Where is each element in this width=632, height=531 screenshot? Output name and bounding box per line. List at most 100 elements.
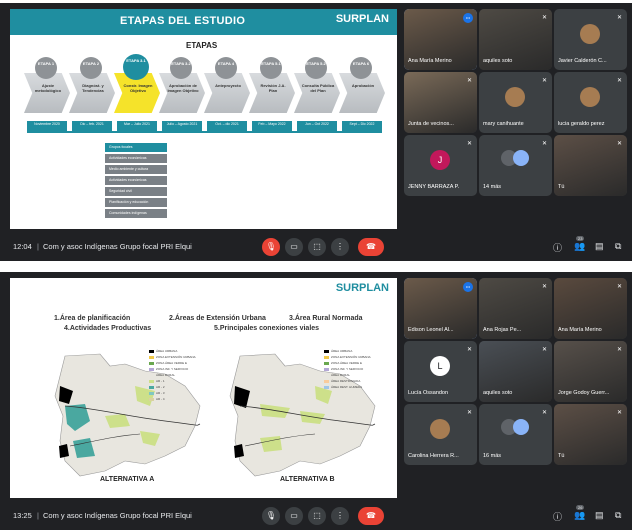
stage-number: ETAPA 3.1 — [123, 54, 149, 80]
info-icon[interactable]: ⓘ — [553, 241, 562, 254]
stage-number: ETAPA 3.2 — [170, 57, 192, 79]
mic-off-icon: ✕ — [541, 141, 547, 147]
info-icon[interactable]: ⓘ — [553, 510, 562, 523]
participant-name: 14 más — [483, 184, 502, 190]
participant-avatar: J — [430, 150, 450, 170]
mic-off-icon: 🎙 — [265, 242, 277, 251]
stage-name: Constr. Imagen Objetivo — [123, 83, 153, 93]
participant-tile[interactable]: L Lucía Ossandon ✕ — [404, 341, 477, 402]
slide-header: ETAPAS DEL ESTUDIO SURPLAN — [10, 9, 397, 35]
participant-tile[interactable]: mary canihuante ✕ — [479, 72, 552, 133]
participant-name: Jorge Godoy Guerr... — [558, 390, 610, 396]
participant-tile[interactable]: Junta de vecinos... ✕ — [404, 72, 477, 133]
participant-tile[interactable]: Ana María Merino ✕ — [554, 278, 627, 339]
camera-icon: ▭ — [290, 242, 298, 251]
participant-tile[interactable]: Jorge Godoy Guerr... ✕ — [554, 341, 627, 402]
participant-tile[interactable]: 14 más ✕ — [479, 135, 552, 196]
activities-icon[interactable]: ⧉ — [615, 241, 621, 252]
meeting-window-1: ETAPAS DEL ESTUDIO SURPLAN ETAPAS ETAPA … — [0, 3, 632, 261]
legend-item: ÁREA REST. HUMEDA — [324, 384, 371, 390]
more-icon: ⋮ — [336, 511, 344, 520]
participant-name: Junta de vecinos... — [408, 121, 454, 127]
stage-item: ETAPA 2 Diagnóst. y Tendencias Dic – feb. … — [69, 57, 115, 133]
more-options-button[interactable]: ⋮ — [331, 238, 349, 256]
legend-swatch — [149, 355, 154, 359]
objective-4: 4.Actividades Productivas — [64, 325, 152, 332]
camera-button[interactable]: ▭ — [285, 238, 303, 256]
legend-label: ZONA ÁREA VERDE E — [331, 361, 363, 365]
stage-name: Aprobación — [351, 83, 375, 88]
legend-swatch — [324, 355, 329, 359]
participant-tile[interactable]: 16 más ✕ — [479, 404, 552, 465]
mic-off-icon: ✕ — [616, 347, 622, 353]
legend-label: ÁREA RURAL — [331, 373, 351, 377]
legend-swatch — [149, 379, 154, 383]
mic-off-icon: ✕ — [616, 284, 622, 290]
separator: | — [37, 511, 39, 520]
objective-3: 3.Área Rural Normada — [289, 315, 363, 322]
mic-off-icon: ✕ — [541, 78, 547, 84]
stage-name: Revisión J.A. Plan — [260, 83, 286, 93]
legend-label: ÁREA URBANA — [331, 349, 353, 353]
people-icon[interactable]: 👥 — [574, 510, 585, 521]
chat-icon[interactable]: ▤ — [595, 241, 604, 252]
separator: | — [37, 242, 39, 251]
objective-2: 2.Áreas de Extensión Urbana — [169, 315, 266, 322]
participant-tile[interactable]: aquiles soto ✕ — [479, 9, 552, 70]
mic-button[interactable]: 🎙 — [262, 507, 280, 525]
participant-avatar — [580, 87, 600, 107]
participant-name: Lucía Ossandon — [408, 390, 449, 396]
chat-icon[interactable]: ▤ — [595, 510, 604, 521]
legend-label: ZONA ÁREA VERDE E — [156, 361, 188, 365]
camera-icon: ▭ — [290, 511, 298, 520]
meeting-time: 13:25 — [13, 511, 32, 520]
participant-tile[interactable]: Javier Calderón C... ✕ — [554, 9, 627, 70]
stage-arrow — [294, 73, 340, 113]
objective-5: 5.Principales conexiones viales — [214, 325, 320, 332]
participant-tile[interactable]: Ana María Merino ••• — [404, 9, 477, 70]
camera-button[interactable]: ▭ — [285, 507, 303, 525]
stage-number: ETAPA 6 — [350, 57, 372, 79]
stage-arrow — [339, 73, 385, 113]
stage-item: ETAPA 6 Aprobación Sept – Dic 2022 — [339, 57, 385, 133]
legend-swatch — [149, 361, 154, 365]
stage-arrow — [69, 73, 115, 113]
legend-swatch — [324, 373, 329, 377]
participant-name: Javier Calderón C... — [558, 58, 607, 64]
participant-tile[interactable]: Carolina Herrera R... ✕ — [404, 404, 477, 465]
participant-name: Tú — [558, 184, 565, 190]
present-icon: ⬚ — [313, 242, 321, 251]
legend-swatch — [324, 379, 329, 383]
hangup-icon: ☎ — [366, 511, 376, 520]
present-button[interactable]: ⬚ — [308, 507, 326, 525]
hangup-button[interactable]: ☎ — [358, 238, 384, 256]
mic-off-icon: ✕ — [541, 15, 547, 21]
mic-off-icon: ✕ — [466, 78, 472, 84]
mic-icon: 🎙 — [265, 511, 277, 520]
participant-tile[interactable]: Tú ✕ — [554, 404, 627, 465]
hangup-button[interactable]: ☎ — [358, 507, 384, 525]
legend-swatch — [324, 361, 329, 365]
participant-tile[interactable]: aquiles soto ✕ — [479, 341, 552, 402]
participant-tile[interactable]: J JENNY BARRAZA P. ✕ — [404, 135, 477, 196]
legend-item: AR - 4 — [149, 396, 196, 402]
participant-tile[interactable]: Tú ✕ — [554, 135, 627, 196]
stage-item: ETAPA 1 Ajuste metodológico Noviembre 2020 — [24, 57, 70, 133]
speaking-icon: ••• — [463, 13, 473, 23]
activities-icon[interactable]: ⧉ — [615, 510, 621, 521]
mic-off-button[interactable]: 🎙 — [262, 238, 280, 256]
present-button[interactable]: ⬚ — [308, 238, 326, 256]
legend-swatch — [324, 385, 329, 389]
participant-tile[interactable]: Edison Leonel Al... ••• — [404, 278, 477, 339]
participant-tile[interactable]: lucia geraldo perez ✕ — [554, 72, 627, 133]
people-icon[interactable]: 👥 — [574, 241, 585, 252]
legend-label: AR - 2 — [156, 385, 165, 389]
meeting-title: Com y asoc Indígenas Grupo focal PRI Elq… — [43, 511, 192, 520]
more-options-button[interactable]: ⋮ — [331, 507, 349, 525]
participant-tile[interactable]: Ana Rojas Pe... ✕ — [479, 278, 552, 339]
stage-arrow — [159, 73, 205, 113]
map-a-legend: ÁREA URBANA ZONA EXTENSIÓN URBANA ZONA ÁRE… — [149, 348, 196, 402]
stage-name: Anteproyecto — [215, 83, 241, 88]
present-icon: ⬚ — [313, 511, 321, 520]
legend-label: AR - 4 — [156, 397, 165, 401]
